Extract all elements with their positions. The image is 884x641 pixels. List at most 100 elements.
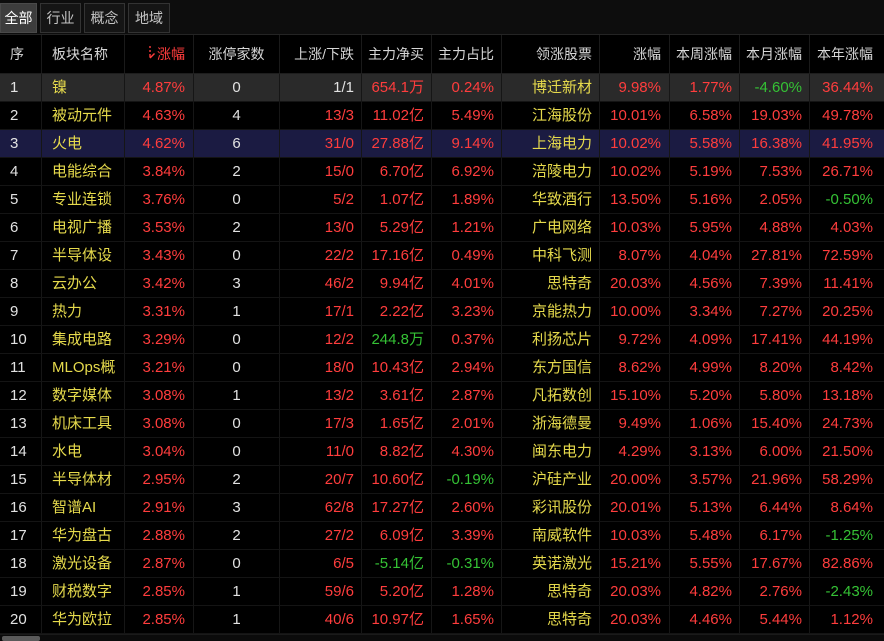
header-label: 领涨股票 — [536, 46, 592, 62]
table-row[interactable]: 7 半导体设 3.43% 0 22/2 17.16亿 0.49% 中科飞测 8.07% 4.04%… — [0, 242, 884, 270]
sector-name[interactable]: 火电 — [42, 130, 125, 157]
leading-stock[interactable]: 利扬芯片 — [502, 326, 600, 353]
tab-all[interactable]: 全部 — [0, 3, 37, 33]
table-row[interactable]: 9 热力 3.31% 1 17/1 2.22亿 3.23% 京能热力 10.00% 3.34% 7.… — [0, 298, 884, 326]
header-limit-up-count[interactable]: 涨停家数 — [194, 35, 280, 73]
table-row[interactable]: 13 机床工具 3.08% 0 17/3 1.65亿 2.01% 浙海德曼 9.49% 1.06%… — [0, 410, 884, 438]
leading-stock[interactable]: 闽东电力 — [502, 438, 600, 465]
sector-change: 3.04% — [125, 438, 194, 465]
main-net-buy: 1.65亿 — [362, 410, 432, 437]
table-row[interactable]: 10 集成电路 3.29% 0 12/2 244.8万 0.37% 利扬芯片 9.72% 4.09… — [0, 326, 884, 354]
row-index: 14 — [0, 438, 42, 465]
horizontal-scrollbar[interactable] — [0, 634, 884, 641]
main-net-buy: 244.8万 — [362, 326, 432, 353]
table-row[interactable]: 6 电视广播 3.53% 2 13/0 5.29亿 1.21% 广电网络 10.03% 5.95%… — [0, 214, 884, 242]
month-change: 5.44% — [740, 606, 810, 633]
sector-name[interactable]: 半导体材 — [42, 466, 125, 493]
leading-stock[interactable]: 思特奇 — [502, 578, 600, 605]
table-row[interactable]: 1 镍 4.87% 0 1/1 654.1万 0.24% 博迁新材 9.98% 1.77% -4.6… — [0, 74, 884, 102]
sector-name[interactable]: 华为盘古 — [42, 522, 125, 549]
year-change: 11.41% — [823, 275, 873, 292]
table-row[interactable]: 2 被动元件 4.63% 4 13/3 11.02亿 5.49% 江海股份 10.01% 6.58… — [0, 102, 884, 130]
sector-name[interactable]: 财税数字 — [42, 578, 125, 605]
table-row[interactable]: 8 云办公 3.42% 3 46/2 9.94亿 4.01% 思特奇 20.03% 4.56% 7.… — [0, 270, 884, 298]
sector-name[interactable]: 云办公 — [42, 270, 125, 297]
sector-name[interactable]: 智谱AI — [42, 494, 125, 521]
scrollbar-thumb[interactable] — [2, 636, 40, 641]
leading-stock[interactable]: 涪陵电力 — [502, 158, 600, 185]
limit-up-count: 0 — [194, 550, 280, 577]
table-row[interactable]: 18 激光设备 2.87% 0 6/5 -5.14亿 -0.31% 英诺激光 15.21% 5.5… — [0, 550, 884, 578]
table-row[interactable]: 14 水电 3.04% 0 11/0 8.82亿 4.30% 闽东电力 4.29% 3.13% 6.… — [0, 438, 884, 466]
header-month-change[interactable]: 本月涨幅 — [740, 35, 810, 73]
week-change: 5.95% — [670, 214, 740, 241]
table-row[interactable]: 3 火电 4.62% 6 31/0 27.88亿 9.14% 上海电力 10.02% 5.58% 1… — [0, 130, 884, 158]
leading-stock[interactable]: 上海电力 — [502, 130, 600, 157]
sector-name[interactable]: 被动元件 — [42, 102, 125, 129]
header-label: 涨停家数 — [208, 46, 265, 62]
leading-stock[interactable]: 沪硅产业 — [502, 466, 600, 493]
sector-name[interactable]: 半导体设 — [42, 242, 125, 269]
advance-decline: 15/0 — [280, 158, 362, 185]
sector-name[interactable]: 水电 — [42, 438, 125, 465]
header-index[interactable]: 序 — [0, 35, 42, 73]
main-net-buy: 11.02亿 — [362, 102, 432, 129]
tab-concept[interactable]: 概念 — [84, 3, 125, 33]
leading-stock[interactable]: 彩讯股份 — [502, 494, 600, 521]
row-index: 12 — [0, 382, 42, 409]
table-row[interactable]: 19 财税数字 2.85% 1 59/6 5.20亿 1.28% 思特奇 20.03% 4.82%… — [0, 578, 884, 606]
leading-stock[interactable]: 思特奇 — [502, 606, 600, 633]
leading-stock[interactable]: 华致酒行 — [502, 186, 600, 213]
header-week-change[interactable]: 本周涨幅 — [670, 35, 740, 73]
header-sector-name[interactable]: 板块名称 — [42, 35, 125, 73]
limit-up-count: 1 — [194, 382, 280, 409]
sector-name[interactable]: 数字媒体 — [42, 382, 125, 409]
header-leading-stock-change[interactable]: 涨幅 — [600, 35, 670, 73]
leading-stock[interactable]: 英诺激光 — [502, 550, 600, 577]
sector-name[interactable]: 专业连锁 — [42, 186, 125, 213]
leading-stock-change: 9.49% — [600, 410, 670, 437]
header-change-sorted[interactable]: 涨幅 — [125, 35, 194, 73]
leading-stock[interactable]: 东方国信 — [502, 354, 600, 381]
leading-stock[interactable]: 京能热力 — [502, 298, 600, 325]
sector-name[interactable]: MLOps概 — [42, 354, 125, 381]
header-year-change[interactable]: 本年涨幅 — [810, 35, 884, 73]
sector-name[interactable]: 激光设备 — [42, 550, 125, 577]
leading-stock[interactable]: 江海股份 — [502, 102, 600, 129]
header-advance-decline[interactable]: 上涨/下跌 — [280, 35, 362, 73]
leading-stock[interactable]: 中科飞测 — [502, 242, 600, 269]
leading-stock-change: 20.00% — [600, 466, 670, 493]
table-row[interactable]: 20 华为欧拉 2.85% 1 40/6 10.97亿 1.65% 思特奇 20.03% 4.46… — [0, 606, 884, 634]
table-row[interactable]: 11 MLOps概 3.21% 0 18/0 10.43亿 2.94% 东方国信 8.62% 4.… — [0, 354, 884, 382]
year-change: 8.64% — [830, 499, 873, 516]
table-row[interactable]: 12 数字媒体 3.08% 1 13/2 3.61亿 2.87% 凡拓数创 15.10% 5.20… — [0, 382, 884, 410]
main-net-ratio: 0.24% — [432, 74, 502, 101]
header-label: 涨幅 — [633, 46, 661, 62]
header-leading-stock[interactable]: 领涨股票 — [502, 35, 600, 73]
sector-name[interactable]: 镍 — [42, 74, 125, 101]
header-main-net-buy[interactable]: 主力净买 — [362, 35, 432, 73]
leading-stock[interactable]: 浙海德曼 — [502, 410, 600, 437]
sector-name[interactable]: 电能综合 — [42, 158, 125, 185]
leading-stock[interactable]: 广电网络 — [502, 214, 600, 241]
sector-name[interactable]: 华为欧拉 — [42, 606, 125, 633]
tab-industry[interactable]: 行业 — [40, 3, 81, 33]
leading-stock[interactable]: 南威软件 — [502, 522, 600, 549]
leading-stock[interactable]: 博迁新材 — [502, 74, 600, 101]
month-change: 19.03% — [740, 102, 810, 129]
sector-name[interactable]: 集成电路 — [42, 326, 125, 353]
leading-stock[interactable]: 思特奇 — [502, 270, 600, 297]
sector-name[interactable]: 电视广播 — [42, 214, 125, 241]
month-change: 8.20% — [740, 354, 810, 381]
sector-name[interactable]: 热力 — [42, 298, 125, 325]
leading-stock[interactable]: 凡拓数创 — [502, 382, 600, 409]
table-row[interactable]: 16 智谱AI 2.91% 3 62/8 17.27亿 2.60% 彩讯股份 20.01% 5.1… — [0, 494, 884, 522]
table-row[interactable]: 4 电能综合 3.84% 2 15/0 6.70亿 6.92% 涪陵电力 10.02% 5.19%… — [0, 158, 884, 186]
tab-region[interactable]: 地域 — [128, 3, 170, 33]
table-row[interactable]: 5 专业连锁 3.76% 0 5/2 1.07亿 1.89% 华致酒行 13.50% 5.16% 2… — [0, 186, 884, 214]
sector-name[interactable]: 机床工具 — [42, 410, 125, 437]
table-row[interactable]: 15 半导体材 2.95% 2 20/7 10.60亿 -0.19% 沪硅产业 20.00% 3.… — [0, 466, 884, 494]
table-row[interactable]: 17 华为盘古 2.88% 2 27/2 6.09亿 3.39% 南威软件 10.03% 5.48… — [0, 522, 884, 550]
main-net-buy: 2.22亿 — [362, 298, 432, 325]
header-main-net-ratio[interactable]: 主力占比 — [432, 35, 502, 73]
